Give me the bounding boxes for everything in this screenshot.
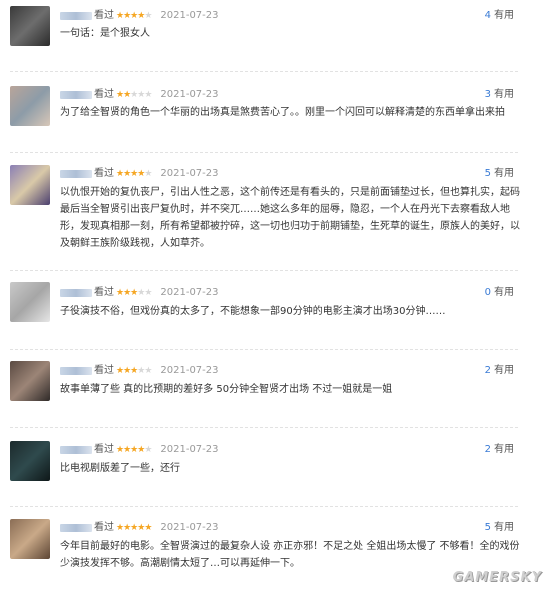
review-divider [10,506,518,507]
star-empty-icon: ★ [144,366,152,376]
star-empty-icon: ★ [144,90,152,100]
review-text: 比电视剧版差了一些，还行 [60,463,180,474]
useful-label: 有用 [494,10,514,21]
useful-vote-button[interactable]: 5 有用 [485,167,514,181]
user-avatar[interactable] [10,165,50,205]
review-divider [10,270,518,271]
review-date: 2021-07-23 [160,522,219,533]
review-text: 一句话：是个狠女人 [60,28,150,39]
review-divider [10,71,518,72]
username-blurred[interactable] [60,12,92,20]
user-avatar[interactable] [10,282,50,322]
rating-stars: ★★★★★ [116,88,152,102]
review-meta: 看过 ★★★★★ 2021-07-23 [60,364,219,378]
watched-label: 看过 [94,522,114,533]
watched-label: 看过 [94,444,114,455]
username-blurred[interactable] [60,367,92,375]
watched-label: 看过 [94,365,114,376]
useful-count: 4 [484,10,491,21]
review-meta: 看过 ★★★★★ 2021-07-23 [60,88,219,102]
star-empty-icon: ★ [144,445,152,455]
useful-count: 5 [484,522,491,533]
review-text: 为了给全智贤的角色一个华丽的出场真是煞费苦心了。。刚里一个闪回可以解释清楚的东西… [60,107,505,118]
useful-vote-button[interactable]: 2 有用 [485,364,514,378]
username-blurred[interactable] [60,524,92,532]
review-text: 故事单薄了些 真的比预期的差好多 50分钟全智贤才出场 不过一姐就是一姐 [60,384,393,395]
rating-stars: ★★★★★ [116,443,152,457]
rating-stars: ★★★★★ [116,286,152,300]
useful-label: 有用 [494,287,514,298]
useful-label: 有用 [494,522,514,533]
watched-label: 看过 [94,89,114,100]
useful-label: 有用 [494,168,514,179]
review-text: 子役演技不俗，但戏份真的太多了，不能想象一部90分钟的电影主演才出场30分钟…… [60,306,446,317]
review-date: 2021-07-23 [160,444,219,455]
rating-stars: ★★★★★ [116,364,152,378]
useful-count: 3 [484,89,491,100]
star-empty-icon: ★ [144,169,152,179]
useful-label: 有用 [494,365,514,376]
username-blurred[interactable] [60,446,92,454]
star-empty-icon: ★ [144,288,152,298]
user-avatar[interactable] [10,86,50,126]
review-meta: 看过 ★★★★★ 2021-07-23 [60,9,219,23]
star-filled-icon: ★ [144,523,152,533]
review-divider [10,427,518,428]
review-divider [10,152,518,153]
review-meta: 看过 ★★★★★ 2021-07-23 [60,286,219,300]
review-meta: 看过 ★★★★★ 2021-07-23 [60,521,219,535]
useful-count: 5 [484,168,491,179]
user-avatar[interactable] [10,361,50,401]
useful-count: 2 [484,365,491,376]
watched-label: 看过 [94,287,114,298]
user-avatar[interactable] [10,519,50,559]
watched-label: 看过 [94,10,114,21]
rating-stars: ★★★★★ [116,521,152,535]
watched-label: 看过 [94,168,114,179]
review-date: 2021-07-23 [160,365,219,376]
useful-label: 有用 [494,89,514,100]
useful-vote-button[interactable]: 2 有用 [485,443,514,457]
review-date: 2021-07-23 [160,10,219,21]
username-blurred[interactable] [60,170,92,178]
review-date: 2021-07-23 [160,168,219,179]
watermark: GAMERSKY [452,570,542,585]
useful-count: 0 [484,287,491,298]
review-date: 2021-07-23 [160,287,219,298]
review-meta: 看过 ★★★★★ 2021-07-23 [60,167,219,181]
username-blurred[interactable] [60,91,92,99]
useful-vote-button[interactable]: 4 有用 [485,9,514,23]
user-avatar[interactable] [10,6,50,46]
review-text: 今年目前最好的电影。全智贤演过的最复杂人设 亦正亦邪！不足之处 全姐出场太慢了 … [60,541,520,569]
rating-stars: ★★★★★ [116,9,152,23]
review-date: 2021-07-23 [160,89,219,100]
review-text: 以仇恨开始的复仇丧尸，引出人性之恶，这个前传还是有看头的，只是前面铺垫过长，但也… [60,187,520,249]
useful-vote-button[interactable]: 0 有用 [485,286,514,300]
useful-vote-button[interactable]: 5 有用 [485,521,514,535]
username-blurred[interactable] [60,289,92,297]
useful-vote-button[interactable]: 3 有用 [485,88,514,102]
user-avatar[interactable] [10,441,50,481]
useful-label: 有用 [494,444,514,455]
star-empty-icon: ★ [144,11,152,21]
review-meta: 看过 ★★★★★ 2021-07-23 [60,443,219,457]
review-divider [10,349,518,350]
useful-count: 2 [484,444,491,455]
rating-stars: ★★★★★ [116,167,152,181]
